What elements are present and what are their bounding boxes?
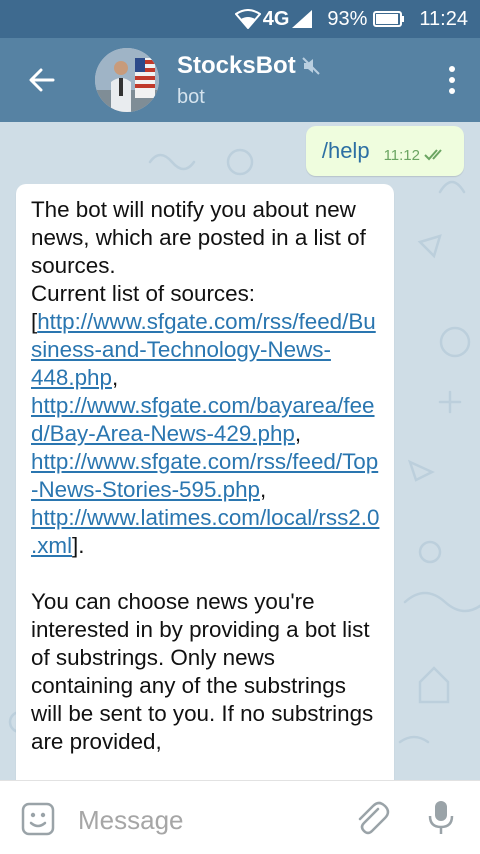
back-button[interactable]: [22, 60, 62, 100]
status-bar: 4G 93% 11:24: [0, 0, 480, 38]
source-link-1[interactable]: http://www.sfgate.com/rss/feed/Business-…: [31, 309, 376, 390]
network-type: 4G: [262, 7, 290, 30]
attach-button[interactable]: [352, 799, 390, 842]
battery-icon: [373, 11, 405, 27]
avatar[interactable]: [95, 48, 159, 112]
separator: ,: [259, 477, 267, 502]
clock: 11:24: [419, 7, 468, 30]
outgoing-message[interactable]: /help 11:12: [305, 126, 464, 176]
double-check-icon: [424, 148, 448, 162]
source-link-2[interactable]: http://www.sfgate.com/bayarea/feed/Bay-A…: [31, 393, 375, 446]
wifi-icon: [234, 9, 261, 29]
emoji-button[interactable]: [20, 801, 56, 842]
more-vert-icon[interactable]: [442, 60, 462, 100]
sources-list: [http://www.sfgate.com/rss/feed/Business…: [31, 308, 380, 560]
message-time: 11:12: [383, 146, 420, 164]
chat-area[interactable]: /help 11:12 The bot will notify you abou…: [0, 122, 480, 780]
mute-icon: [301, 57, 320, 75]
message-input[interactable]: [76, 799, 340, 841]
emoji-icon: [21, 802, 55, 836]
close-bracket: ].: [72, 533, 85, 558]
sources-heading: Current list of sources:: [31, 281, 255, 306]
separator: ,: [111, 365, 119, 390]
outgoing-message-text: /help: [321, 138, 370, 163]
chat-title[interactable]: StocksBot: [177, 52, 320, 80]
battery-percent: 93%: [327, 7, 368, 30]
app-bar: StocksBot bot: [0, 38, 480, 122]
chat-title-text: StocksBot: [177, 52, 296, 79]
intro-text: The bot will notify you about new news, …: [31, 197, 366, 278]
separator: ,: [294, 421, 302, 446]
voice-button[interactable]: [426, 799, 456, 842]
source-link-3[interactable]: http://www.sfgate.com/rss/feed/Top-News-…: [31, 449, 378, 502]
composer-bar: [0, 780, 480, 854]
chat-subtitle: bot: [177, 86, 205, 108]
attach-icon: [358, 801, 390, 835]
signal-icon: [291, 9, 313, 29]
back-arrow-icon: [29, 68, 55, 92]
incoming-message[interactable]: The bot will notify you about new news, …: [16, 184, 394, 780]
mic-icon: [428, 801, 454, 834]
substrings-explanation: You can choose news you're interested in…: [31, 589, 374, 754]
